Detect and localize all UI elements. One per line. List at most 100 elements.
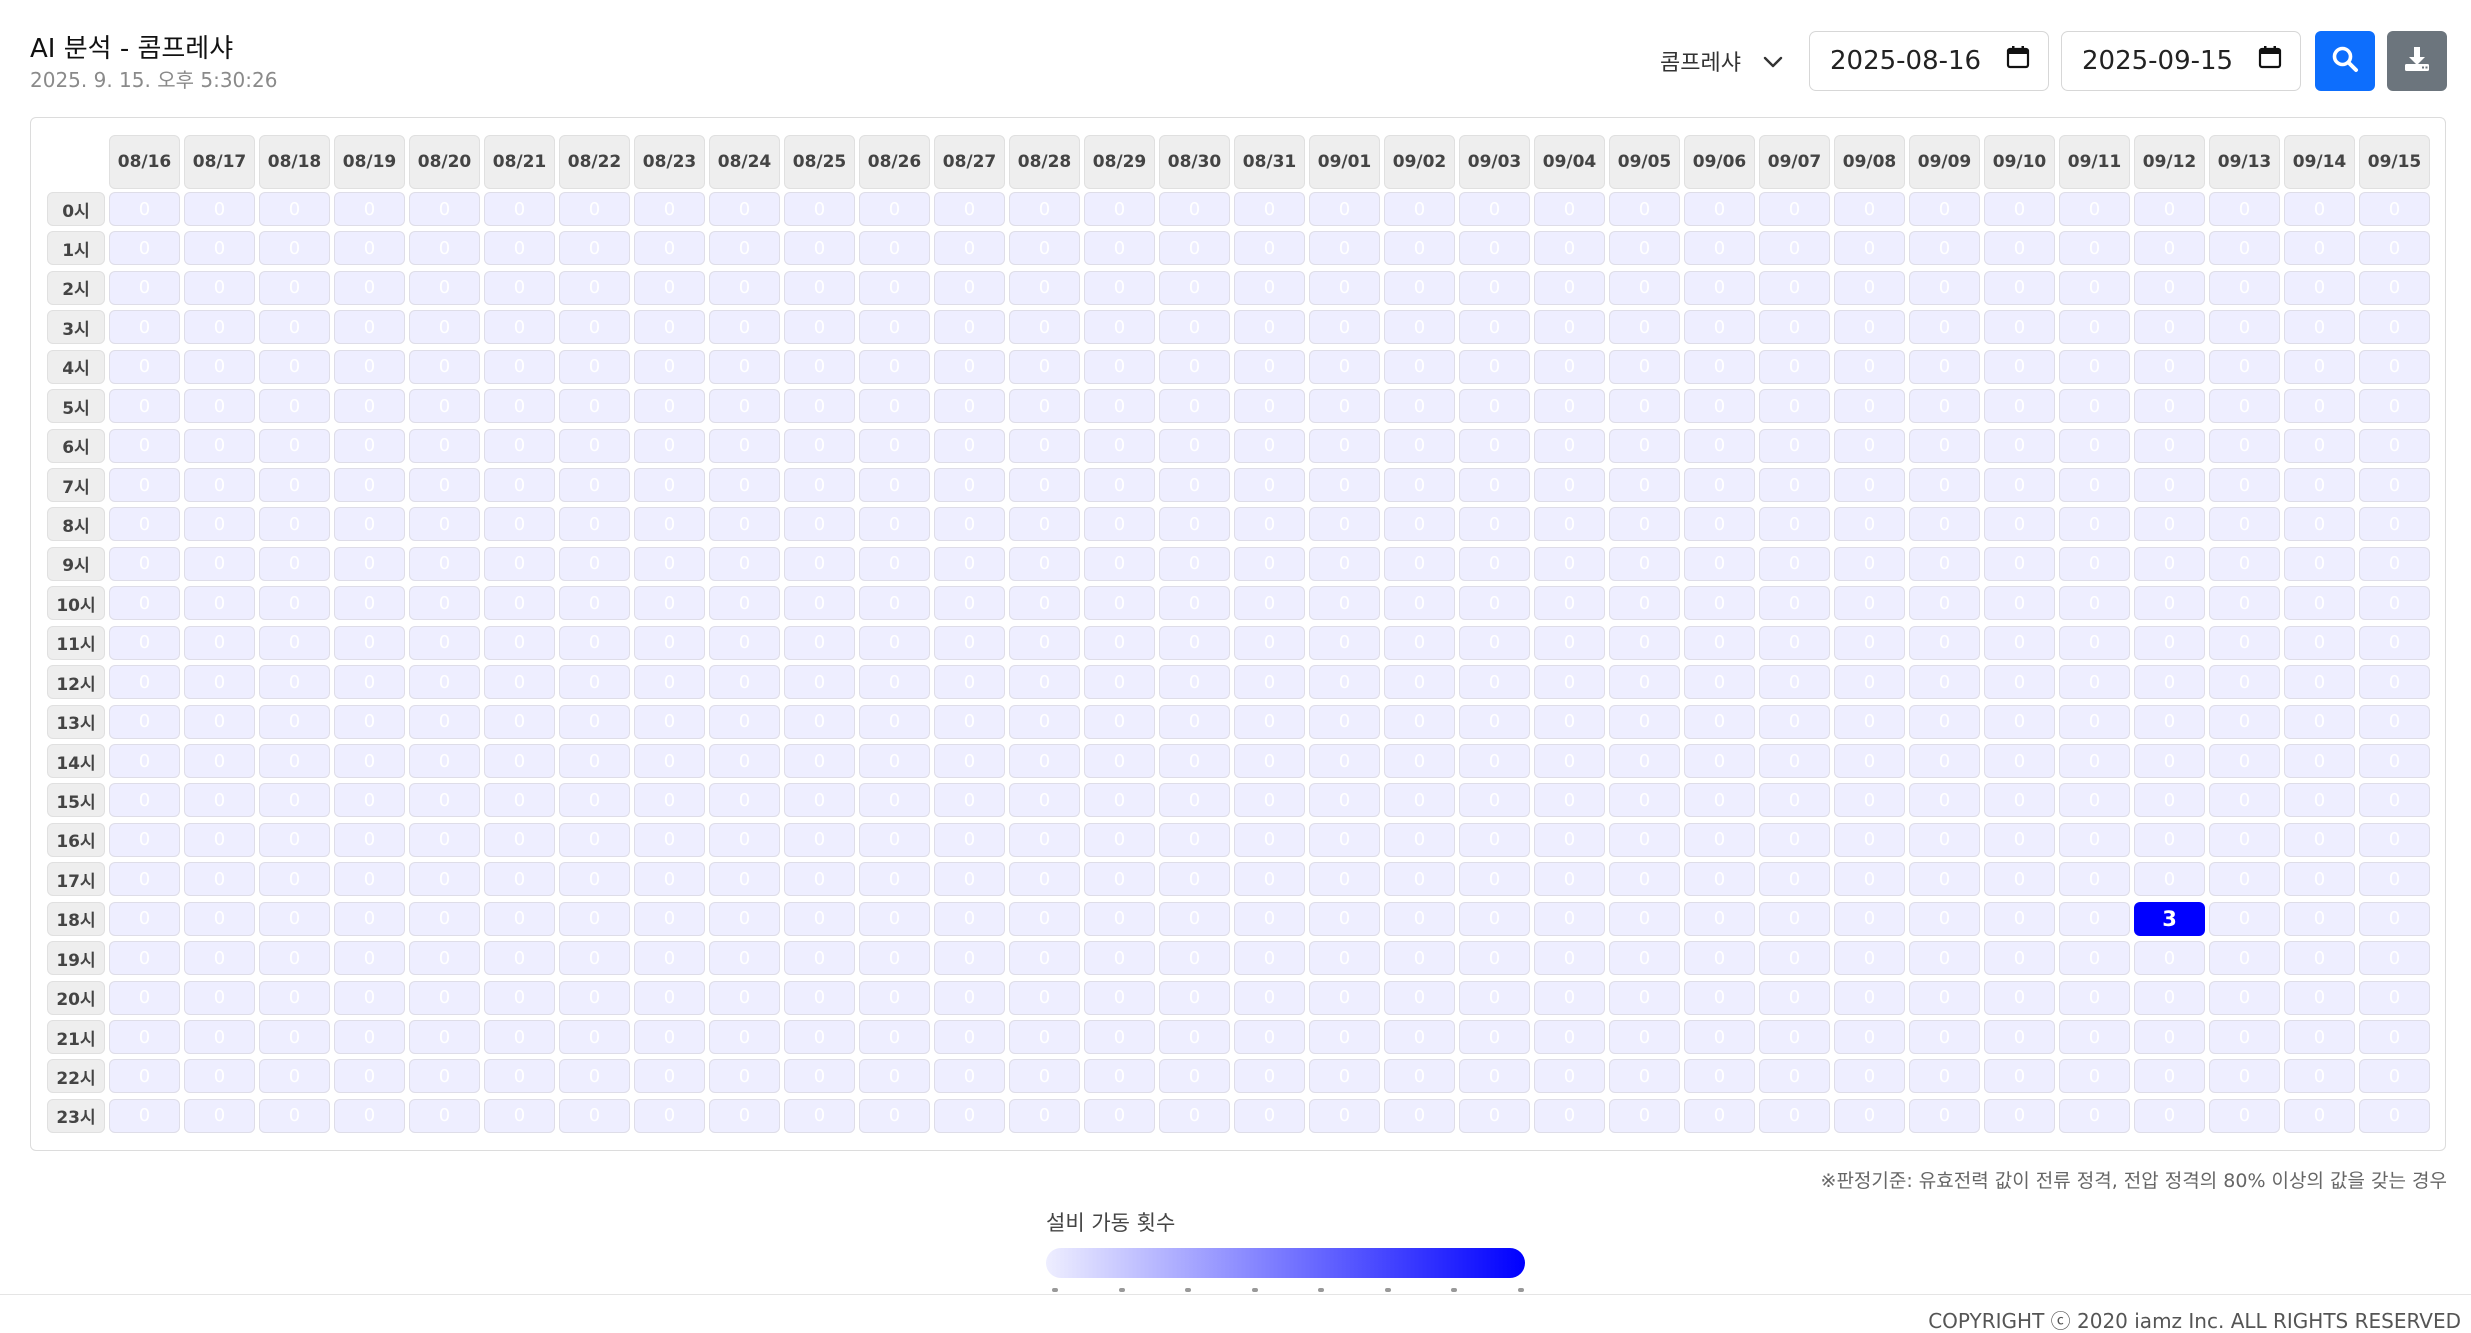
heatmap-cell: 0	[1159, 1020, 1230, 1055]
heatmap-cell: 0	[1009, 546, 1080, 581]
heatmap-cell: 0	[484, 468, 555, 502]
heatmap-cell: 0	[2209, 468, 2280, 502]
heatmap-cell: 0	[1084, 744, 1155, 779]
date-column-header: 08/22	[559, 135, 630, 189]
heatmap-cell: 0	[1159, 231, 1230, 266]
legend-tick	[1052, 1288, 1058, 1292]
heatmap-cell: 0	[334, 389, 405, 424]
date-column-header: 08/28	[1009, 135, 1080, 189]
heatmap-cell: 0	[1159, 192, 1230, 226]
heatmap-cell: 0	[559, 665, 630, 700]
heatmap-cell: 0	[334, 507, 405, 542]
heatmap-cell: 0	[2059, 270, 2130, 305]
heatmap-cell: 0	[2359, 468, 2430, 502]
heatmap-cell: 0	[334, 941, 405, 976]
heatmap-cell: 0	[934, 862, 1005, 897]
heatmap-cell: 0	[2059, 1020, 2130, 1055]
heatmap-cell: 0	[859, 586, 930, 621]
heatmap-cell: 0	[1309, 310, 1380, 345]
heatmap-cell: 0	[2059, 192, 2130, 226]
heatmap-cell: 0	[1759, 822, 1830, 857]
heatmap-cell: 0	[1084, 941, 1155, 976]
heatmap-cell: 0	[709, 1059, 780, 1094]
heatmap-cell: 0	[1084, 270, 1155, 305]
heatmap-cell: 0	[1834, 665, 1905, 700]
heatmap-cell: 0	[1309, 901, 1380, 936]
heatmap-cell: 0	[1609, 468, 1680, 502]
heatmap-cell: 0	[859, 231, 930, 266]
heatmap-cell: 0	[1084, 1098, 1155, 1133]
heatmap-cell: 0	[2059, 1098, 2130, 1133]
heatmap-cell: 0	[1234, 349, 1305, 384]
heatmap-cell: 0	[709, 270, 780, 305]
search-button[interactable]	[2315, 30, 2375, 91]
heatmap-cell: 0	[1234, 625, 1305, 660]
heatmap-cell: 0	[1609, 783, 1680, 818]
heatmap-cell: 0	[1909, 389, 1980, 424]
heatmap-cell: 0	[1684, 665, 1755, 700]
heatmap-cell: 0	[559, 507, 630, 542]
heatmap-cell: 0	[559, 862, 630, 897]
heatmap-cell: 0	[1834, 980, 1905, 1015]
heatmap-cell: 0	[859, 546, 930, 581]
end-date-input[interactable]: 2025-09-15	[2061, 30, 2301, 91]
hour-row-header: 8시	[47, 507, 105, 542]
heatmap-cell: 0	[1009, 270, 1080, 305]
heatmap-cell: 0	[709, 704, 780, 739]
hour-row-header: 23시	[47, 1098, 105, 1133]
heatmap-cell: 0	[1234, 822, 1305, 857]
heatmap-cell: 0	[1159, 428, 1230, 463]
heatmap-cell: 0	[409, 665, 480, 700]
heatmap-cell: 0	[334, 1020, 405, 1055]
heatmap-cell: 0	[1384, 704, 1455, 739]
heatmap-cell: 0	[1159, 625, 1230, 660]
heatmap-cell: 0	[2209, 822, 2280, 857]
heatmap-cell: 0	[1534, 231, 1605, 266]
heatmap-cell: 0	[709, 901, 780, 936]
heatmap-cell: 0	[934, 349, 1005, 384]
heatmap-cell: 0	[1459, 231, 1530, 266]
date-column-header: 09/09	[1909, 135, 1980, 189]
heatmap-cell: 0	[1384, 980, 1455, 1015]
calendar-icon[interactable]	[2258, 45, 2282, 76]
heatmap-cell: 0	[1684, 980, 1755, 1015]
heatmap-cell: 0	[1309, 468, 1380, 502]
heatmap-cell: 0	[1759, 428, 1830, 463]
download-button[interactable]	[2387, 30, 2447, 91]
heatmap-cell: 0	[634, 1020, 705, 1055]
calendar-icon[interactable]	[2006, 45, 2030, 76]
heatmap-cell: 0	[484, 546, 555, 581]
heatmap-cell: 0	[559, 941, 630, 976]
heatmap-cell: 0	[1984, 862, 2055, 897]
heatmap-cell: 0	[2134, 625, 2205, 660]
heatmap-cell: 0	[1984, 941, 2055, 976]
heatmap-cell: 0	[2209, 744, 2280, 779]
heatmap-cell: 0	[1384, 349, 1455, 384]
page-title: AI 분석 - 콤프레샤	[30, 34, 234, 64]
heatmap-cell: 0	[559, 980, 630, 1015]
heatmap-cell: 0	[559, 783, 630, 818]
heatmap-cell: 0	[1159, 468, 1230, 502]
heatmap-cell: 0	[634, 980, 705, 1015]
heatmap-cell: 0	[1834, 744, 1905, 779]
chevron-down-icon	[1763, 49, 1783, 73]
equipment-select[interactable]: 콤프레샤	[1648, 30, 1795, 91]
heatmap-cell: 0	[409, 1020, 480, 1055]
heatmap-cell: 0	[1384, 270, 1455, 305]
heatmap-cell: 0	[1084, 310, 1155, 345]
heatmap-cell: 0	[1384, 862, 1455, 897]
heatmap-cell: 0	[1609, 1098, 1680, 1133]
heatmap-cell: 0	[1759, 1098, 1830, 1133]
start-date-input[interactable]: 2025-08-16	[1809, 30, 2049, 91]
heatmap-cell: 0	[784, 901, 855, 936]
heatmap-cell: 0	[109, 349, 180, 384]
hour-row-header: 10시	[47, 586, 105, 621]
heatmap-cell: 0	[1309, 192, 1380, 226]
heatmap-cell: 0	[409, 349, 480, 384]
heatmap-cell: 0	[484, 862, 555, 897]
heatmap-cell: 0	[1459, 980, 1530, 1015]
heatmap-cell: 0	[2134, 468, 2205, 502]
heatmap-cell: 0	[334, 980, 405, 1015]
heatmap-cell: 0	[859, 192, 930, 226]
heatmap-cell: 0	[1009, 586, 1080, 621]
